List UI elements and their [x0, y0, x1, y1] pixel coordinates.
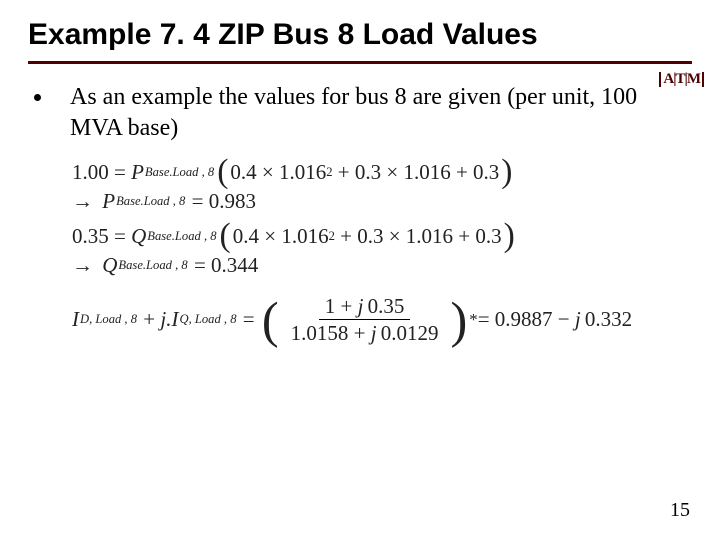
eq-q-line1: 0.35 = QBase.Load , 8 ( 0.4 × 1.0162 + 0… [72, 224, 692, 249]
eq-q-line2: → QBase.Load , 8 = 0.344 [72, 253, 692, 278]
eq-i-line: ID, Load , 8 + j.IQ, Load , 8 = ( 1 + j … [72, 294, 692, 345]
page-title: Example 7. 4 ZIP Bus 8 Load Values [28, 18, 692, 53]
bullet-list: As an example the values for bus 8 are g… [28, 82, 692, 144]
fraction: 1 + j 0.35 1.0158 + j 0.0129 [285, 294, 445, 345]
tamu-logo-text: A|T|M [659, 72, 704, 87]
page-number: 15 [670, 499, 690, 522]
equations: 1.00 = PBase.Load , 8 ( 0.4 × 1.0162 + 0… [72, 160, 692, 345]
title-rule [28, 61, 692, 64]
eq-p-line1: 1.00 = PBase.Load , 8 ( 0.4 × 1.0162 + 0… [72, 160, 692, 185]
tamu-logo: A|T|M [659, 72, 704, 87]
eq-p-line2: → PBase.Load , 8 = 0.983 [72, 189, 692, 214]
bullet-item: As an example the values for bus 8 are g… [54, 82, 674, 144]
